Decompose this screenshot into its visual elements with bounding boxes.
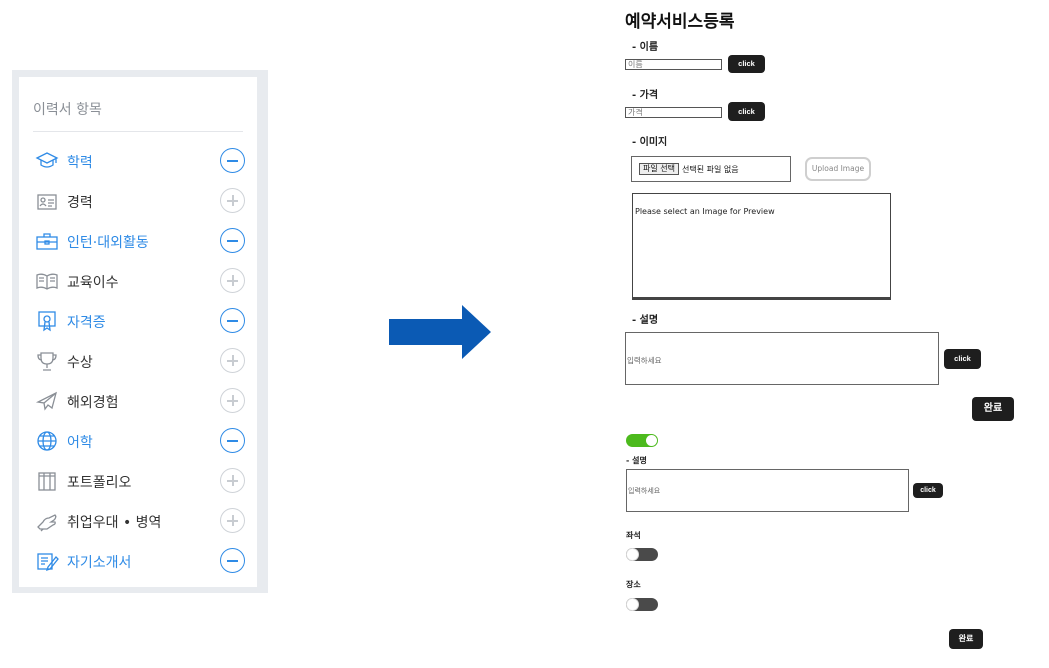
image-preview: Please select an Image for Preview [632,193,891,300]
add-button[interactable] [220,508,245,533]
file-status: 선택된 파일 없음 [682,165,739,174]
desc-placeholder: 입력하세요 [627,356,662,365]
resume-item-preference[interactable]: 취업우대 • 병역 [33,506,245,536]
resume-item-label: 어학 [67,435,93,451]
toggle-knob [646,435,657,446]
airplane-icon [35,391,57,411]
place-label: 장소 [626,580,641,589]
resume-item-overseas[interactable]: 해외경험 [33,386,245,416]
preview-text: Please select an Image for Preview [635,207,775,216]
hand-icon [37,514,57,532]
remove-button[interactable] [220,548,245,573]
price-section-label: - 가격 [632,90,659,101]
desc2-textarea[interactable]: 입력하세요 [626,469,909,512]
name-section-label: - 이름 [632,42,659,53]
graduation-cap-icon [35,152,59,168]
resume-item-intern[interactable]: 인턴·대외활동 [33,226,245,256]
certificate-icon [38,311,56,332]
desc2-placeholder: 입력하세요 [628,487,661,495]
desc2-click-button[interactable]: click [913,483,943,498]
seat-toggle-switch[interactable] [626,548,658,561]
globe-icon [37,431,57,451]
desc-textarea[interactable]: 입력하세요 [625,332,939,385]
resume-item-label: 인턴·대외활동 [67,235,149,251]
resume-item-award[interactable]: 수상 [33,346,245,376]
id-card-icon [37,194,57,210]
portfolio-icon [38,472,56,491]
seat-label: 좌석 [626,531,641,540]
add-button[interactable] [220,348,245,373]
trophy-icon [37,352,57,371]
remove-button[interactable] [220,228,245,253]
resume-item-training[interactable]: 교육이수 [33,266,245,296]
desc-click-button[interactable]: click [944,349,981,369]
pencil-doc-icon [37,553,59,572]
resume-item-label: 학력 [67,155,93,171]
price-click-button[interactable]: click [728,102,765,121]
add-button[interactable] [220,188,245,213]
file-input[interactable]: 파일 선택 선택된 파일 없음 [631,156,791,182]
resume-item-label: 포트폴리오 [67,475,132,491]
right-arrow-icon [389,305,491,359]
resume-item-label: 경력 [67,195,93,211]
desc2-section-label: - 설명 [626,456,647,465]
resume-item-certificate[interactable]: 자격증 [33,306,245,336]
briefcase-icon [36,233,58,250]
resume-panel: 이력서 항목 학력 경력 인턴·대외활동 교육이수 자격증 수상 해외경험 어학… [19,77,257,587]
resume-item-label: 취업우대 • 병역 [67,515,162,531]
resume-item-cover-letter[interactable]: 자기소개서 [33,546,245,576]
toggle-switch-on[interactable] [626,434,658,447]
add-button[interactable] [220,468,245,493]
remove-button[interactable] [220,148,245,173]
resume-item-label: 자격증 [67,315,106,331]
resume-item-label: 자기소개서 [67,555,132,571]
name-input[interactable] [625,59,722,70]
add-button[interactable] [220,268,245,293]
remove-button[interactable] [220,428,245,453]
price-input[interactable] [625,107,722,118]
done-button-2[interactable]: 완료 [949,629,983,649]
panel-divider [33,131,243,132]
place-toggle-switch[interactable] [626,598,658,611]
file-choose-button[interactable]: 파일 선택 [639,163,679,175]
resume-item-label: 해외경험 [67,395,119,411]
form-title: 예약서비스등록 [625,12,735,32]
add-button[interactable] [220,388,245,413]
name-click-button[interactable]: click [728,55,765,73]
resume-item-portfolio[interactable]: 포트폴리오 [33,466,245,496]
resume-panel-frame: 이력서 항목 학력 경력 인턴·대외활동 교육이수 자격증 수상 해외경험 어학… [12,70,268,593]
panel-title: 이력서 항목 [33,102,102,118]
done-button[interactable]: 완료 [972,397,1014,421]
toggle-knob [626,598,639,611]
resume-item-label: 교육이수 [67,275,119,291]
remove-button[interactable] [220,308,245,333]
resume-item-education[interactable]: 학력 [33,146,245,176]
desc-section-label: - 설명 [632,315,659,326]
resume-item-career[interactable]: 경력 [33,186,245,216]
book-icon [36,273,58,290]
image-section-label: - 이미지 [632,137,668,148]
upload-image-button[interactable]: Upload Image [805,157,871,181]
resume-item-label: 수상 [67,355,93,371]
resume-item-language[interactable]: 어학 [33,426,245,456]
toggle-knob [626,548,639,561]
